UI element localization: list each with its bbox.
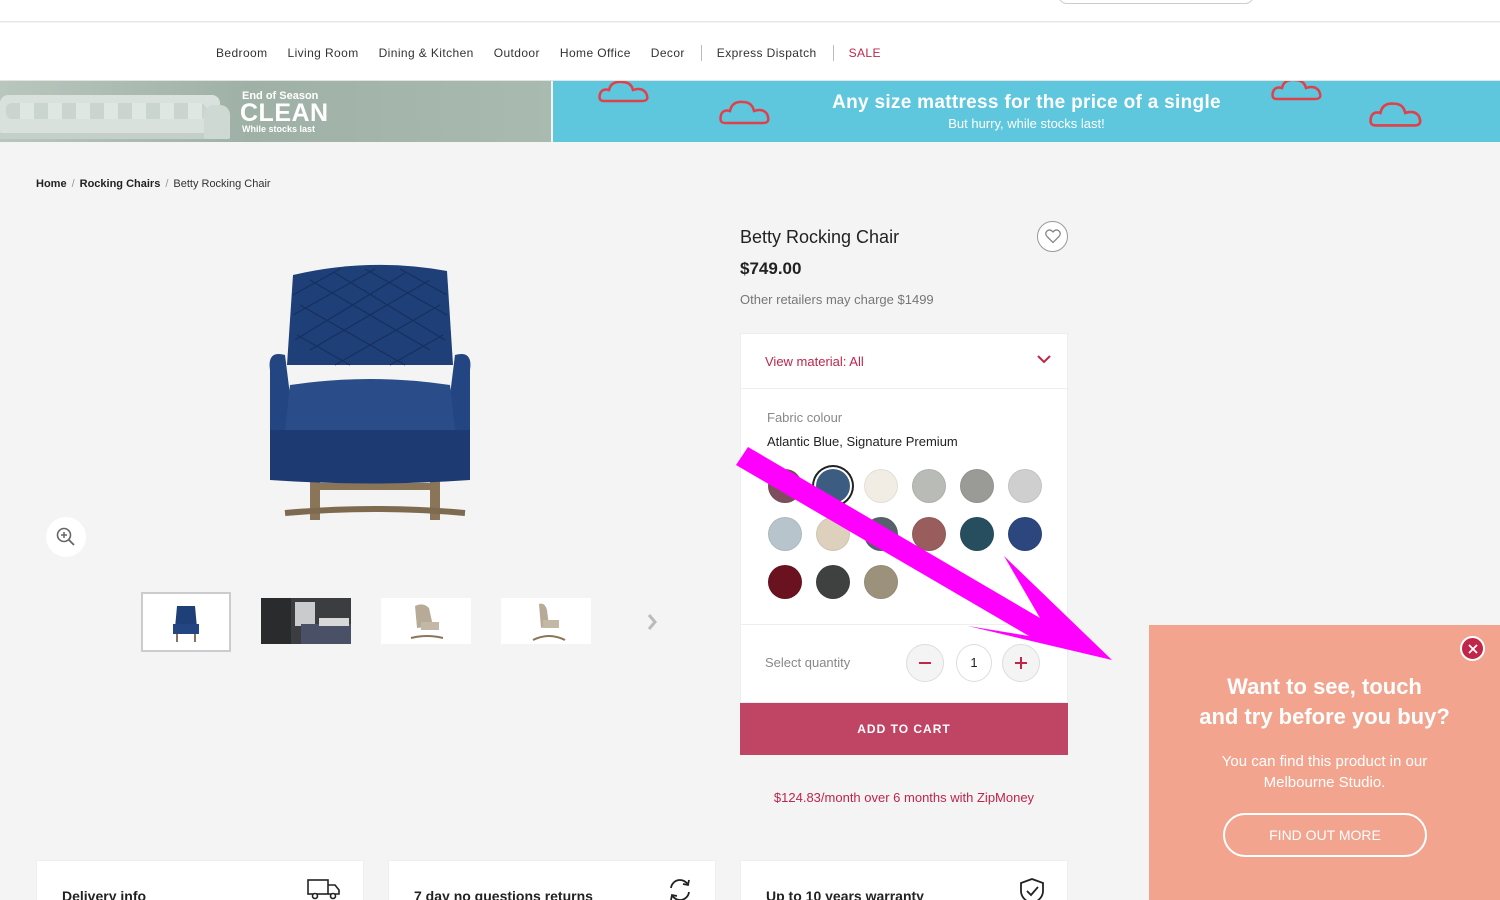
- swatch-teal[interactable]: [960, 517, 994, 551]
- add-to-cart-button[interactable]: ADD TO CART: [740, 703, 1068, 755]
- top-bar: [0, 0, 1500, 22]
- studio-popup: Want to see, touch and try before you bu…: [1149, 625, 1500, 900]
- popup-body-text: You can find this product in our Melbour…: [1221, 753, 1428, 791]
- quantity-label: Select quantity: [765, 655, 851, 670]
- promo-banner-clean[interactable]: End of Season CLEAN While stocks last: [0, 81, 551, 142]
- swatch-silver[interactable]: [912, 469, 946, 503]
- thumbnail-2[interactable]: [261, 598, 351, 644]
- nav-item-dining-kitchen[interactable]: Dining & Kitchen: [379, 46, 474, 60]
- swatch-sky[interactable]: [768, 517, 802, 551]
- swatch-atlantic-blue[interactable]: [816, 469, 850, 503]
- rocker-thumbnail-image: [410, 604, 444, 639]
- swatch-slate[interactable]: [864, 517, 898, 551]
- close-icon: [1467, 643, 1478, 654]
- returns-info-card[interactable]: 7 day no questions returns: [388, 860, 716, 900]
- swatch-rose[interactable]: [912, 517, 946, 551]
- quantity-increase-button[interactable]: [1002, 644, 1040, 682]
- truck-icon: [307, 879, 340, 900]
- info-card-title: Delivery info: [62, 888, 147, 900]
- plus-icon: [1015, 657, 1027, 669]
- swatch-oatmeal[interactable]: [816, 517, 850, 551]
- swatch-plum[interactable]: [768, 469, 802, 503]
- minus-icon: [919, 662, 931, 664]
- product-main-image: [269, 264, 471, 520]
- heart-icon: [1044, 229, 1061, 244]
- find-out-more-button[interactable]: FIND OUT MORE: [1223, 813, 1427, 857]
- breadcrumb-separator: /: [71, 178, 75, 190]
- popup-close-button[interactable]: [1460, 636, 1485, 661]
- breadcrumb-current: Betty Rocking Chair: [173, 178, 271, 190]
- shield-check-icon: [1020, 878, 1044, 900]
- info-card-title: 7 day no questions returns: [414, 888, 593, 900]
- product-price: $749.00: [740, 259, 802, 278]
- chair-thumbnail-image: [173, 606, 199, 642]
- nav-item-decor[interactable]: Decor: [651, 46, 685, 60]
- banner-subtext: But hurry, while stocks last!: [948, 116, 1105, 131]
- sofa-image: [0, 95, 230, 139]
- zoom-in-icon: [56, 527, 75, 546]
- nav-item-bedroom[interactable]: Bedroom: [216, 46, 268, 60]
- info-card-title: Up to 10 years warranty: [766, 888, 924, 900]
- room-scene-thumbnail-image: [261, 598, 351, 644]
- search-input[interactable]: [1058, 0, 1254, 4]
- refresh-icon: [670, 879, 690, 900]
- swatch-grey[interactable]: [960, 469, 994, 503]
- swatch-charcoal[interactable]: [816, 565, 850, 599]
- rocker-side-thumbnail-image: [532, 603, 566, 641]
- nav-item-sale[interactable]: SALE: [849, 46, 881, 60]
- fabric-colour-label: Fabric colour: [767, 410, 843, 425]
- chevron-down-icon: [1037, 355, 1051, 364]
- thumbnail-4[interactable]: [501, 598, 591, 644]
- banner-headline: Any size mattress for the price of a sin…: [832, 92, 1221, 113]
- quantity-row: Select quantity 1: [741, 624, 1069, 704]
- nav-item-express-dispatch[interactable]: Express Dispatch: [717, 46, 817, 60]
- fabric-colour-value: Atlantic Blue, Signature Premium: [767, 434, 958, 449]
- quantity-decrease-button[interactable]: [906, 644, 944, 682]
- category-nav: Bedroom Living Room Dining & Kitchen Out…: [0, 23, 1500, 81]
- swatch-taupe[interactable]: [864, 565, 898, 599]
- promo-banner-mattress[interactable]: Any size mattress for the price of a sin…: [553, 81, 1500, 142]
- thumbnail-3[interactable]: [381, 598, 471, 644]
- swatch-light-grey[interactable]: [1008, 469, 1042, 503]
- nav-item-living-room[interactable]: Living Room: [288, 46, 359, 60]
- zipmoney-finance-link[interactable]: $124.83/month over 6 months with ZipMone…: [740, 790, 1068, 805]
- quantity-input[interactable]: 1: [956, 644, 992, 682]
- swatch-navy[interactable]: [1008, 517, 1042, 551]
- breadcrumb-category[interactable]: Rocking Chairs: [80, 178, 161, 190]
- delivery-info-card[interactable]: Delivery info: [36, 860, 364, 900]
- swatch-ivory[interactable]: [864, 469, 898, 503]
- popup-heading-line: Want to see, touch: [1227, 674, 1422, 699]
- product-title: Betty Rocking Chair: [740, 227, 900, 247]
- thumbnail-1[interactable]: [141, 592, 231, 652]
- breadcrumb-separator: /: [165, 178, 169, 190]
- material-select-label: View material: All: [765, 354, 864, 369]
- compare-price-note: Other retailers may charge $1499: [740, 292, 934, 307]
- warranty-info-card[interactable]: Up to 10 years warranty: [740, 860, 1068, 900]
- swatch-burgundy[interactable]: [768, 565, 802, 599]
- wishlist-button[interactable]: [1037, 221, 1068, 252]
- product-options-card: View material: All Fabric colour Atlanti…: [740, 333, 1069, 704]
- chevron-right-icon[interactable]: [645, 612, 659, 632]
- nav-item-outdoor[interactable]: Outdoor: [494, 46, 540, 60]
- breadcrumb: Home / Rocking Chairs / Betty Rocking Ch…: [36, 178, 271, 190]
- nav-divider: [700, 45, 702, 61]
- banner-subtext: While stocks last: [242, 124, 316, 134]
- popup-heading-line: and try before you buy?: [1199, 704, 1450, 729]
- popup-heading: Want to see, touch and try before you bu…: [1149, 672, 1500, 732]
- zoom-button[interactable]: [46, 517, 86, 557]
- nav-item-home-office[interactable]: Home Office: [560, 46, 631, 60]
- breadcrumb-home[interactable]: Home: [36, 178, 67, 190]
- material-select[interactable]: View material: All: [741, 334, 1069, 389]
- nav-divider: [832, 45, 834, 61]
